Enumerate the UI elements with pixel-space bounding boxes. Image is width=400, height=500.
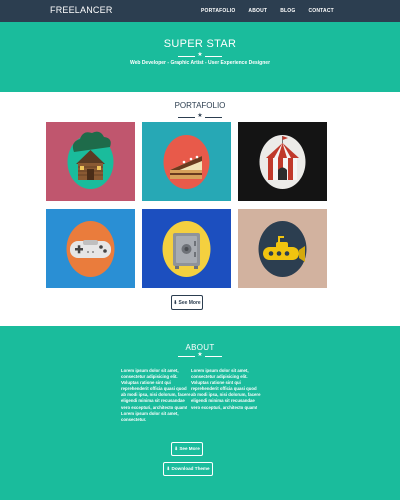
portfolio-item-game[interactable] (46, 209, 135, 288)
download-icon: ⬇ (173, 300, 178, 306)
nav-menu: PORTAFOLIO ABOUT BLOG CONTACT (201, 8, 334, 14)
brand-logo[interactable]: FREELANCER (50, 5, 113, 15)
submarine-icon (258, 221, 307, 277)
star-icon: ★ (197, 52, 203, 58)
divider-line (205, 55, 222, 57)
about-section: ABOUT ★ Lorem ipsum dolor sit amet, cons… (0, 326, 400, 500)
about-divider: ★ (178, 352, 222, 359)
portfolio-item-circus[interactable] (238, 122, 327, 201)
portfolio-divider: ★ (178, 113, 222, 120)
hero-subtitle: Web Developer - Graphic Artist - User Ex… (129, 60, 271, 66)
portfolio-item-safe[interactable] (142, 209, 231, 288)
nav-link-contact[interactable]: CONTACT (308, 8, 333, 14)
hero-title: SUPER STAR (163, 38, 237, 50)
download-theme-label: Download Theme (171, 466, 210, 471)
portfolio-item-cabin[interactable] (46, 122, 135, 201)
divider-line (205, 116, 222, 118)
download-icon: ⬇ (174, 446, 179, 451)
circus-tent-icon (259, 135, 306, 189)
star-icon: ★ (197, 352, 203, 358)
see-more-label: See More (178, 300, 201, 306)
portfolio-item-submarine[interactable] (238, 209, 327, 288)
about-text-right: Lorem ipsum dolor sit amet, consectetur … (191, 368, 261, 410)
download-icon: ⬇ (166, 466, 171, 471)
safe-icon (162, 221, 211, 277)
cake-icon (163, 135, 210, 189)
nav-link-portfolio[interactable]: PORTAFOLIO (201, 8, 235, 14)
divider-line (178, 116, 195, 118)
divider-line (178, 355, 195, 357)
navbar: FREELANCER PORTAFOLIO ABOUT BLOG CONTACT (0, 0, 400, 22)
portfolio-item-cake[interactable] (142, 122, 231, 201)
nav-link-blog[interactable]: BLOG (280, 8, 295, 14)
about-see-more-button[interactable]: ⬇ See More (171, 442, 203, 456)
hero-section: SUPER STAR ★ Web Developer - Graphic Art… (0, 22, 400, 92)
see-more-button[interactable]: ⬇See More (171, 295, 203, 310)
download-theme-button[interactable]: ⬇ Download Theme (163, 462, 213, 476)
nav-link-about[interactable]: ABOUT (248, 8, 267, 14)
about-title: ABOUT (185, 343, 215, 352)
portfolio-title: PORTAFOLIO (174, 101, 226, 110)
divider-line (205, 355, 222, 357)
divider-line (178, 55, 195, 57)
hero-divider: ★ (178, 52, 222, 59)
star-icon: ★ (197, 113, 203, 119)
game-controller-icon (66, 221, 115, 277)
cabin-icon (67, 131, 114, 189)
about-text-left: Lorem ipsum dolor sit amet, consectetur … (121, 368, 191, 422)
about-see-more-label: See More (179, 446, 200, 451)
